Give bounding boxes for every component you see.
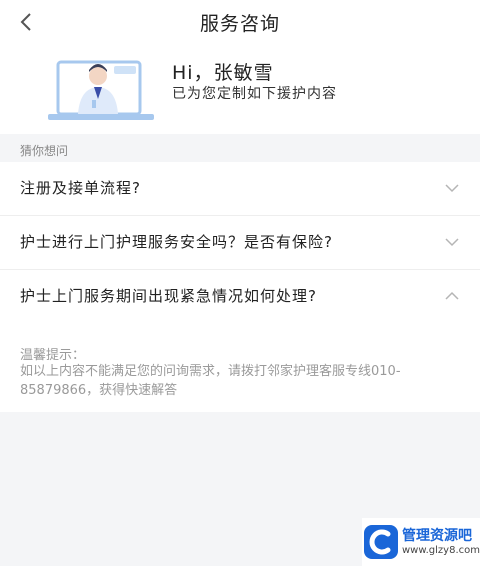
faq-question: 注册及接单流程? bbox=[20, 179, 141, 197]
chevron-down-icon bbox=[445, 238, 459, 247]
watermark-url: www.glzy8.com bbox=[402, 544, 480, 556]
subtitle-text: 已为您定制如下援护内容 bbox=[172, 86, 337, 102]
faq-item[interactable]: 注册及接单流程? bbox=[0, 162, 480, 216]
greeting-text: Hi，张敏雪 bbox=[172, 62, 274, 84]
faq-list: 注册及接单流程? 护士进行上门护理服务安全吗？是否有保险? 护士上门服务期间出现… bbox=[0, 162, 480, 412]
profile-card: Hi，张敏雪 已为您定制如下援护内容 bbox=[0, 44, 480, 134]
chevron-left-icon bbox=[20, 13, 31, 31]
site-logo-icon bbox=[364, 525, 398, 559]
watermark: 管理资源吧 www.glzy8.com bbox=[362, 518, 480, 566]
page-title: 服务咨询 bbox=[199, 12, 280, 35]
faq-question: 护士进行上门护理服务安全吗？是否有保险? bbox=[20, 233, 333, 251]
back-button[interactable] bbox=[12, 8, 40, 36]
chevron-up-icon bbox=[445, 291, 459, 300]
answer-body: 如以上内容不能满足您的问询需求，请拨打邻家护理客服专线010-85879866，… bbox=[20, 364, 401, 398]
nav-bar: 服务咨询 bbox=[0, 0, 480, 44]
faq-item-expanded[interactable]: 护士上门服务期间出现紧急情况如何处理? bbox=[0, 270, 480, 324]
faq-item[interactable]: 护士进行上门护理服务安全吗？是否有保险? bbox=[0, 216, 480, 270]
watermark-name: 管理资源吧 bbox=[402, 527, 472, 544]
section-label: 猜你想问 bbox=[20, 144, 69, 158]
doctor-monitor-illustration bbox=[48, 60, 154, 120]
faq-question: 护士上门服务期间出现紧急情况如何处理? bbox=[20, 287, 317, 305]
chevron-down-icon bbox=[445, 184, 459, 193]
answer-title: 温馨提示： bbox=[20, 348, 86, 363]
